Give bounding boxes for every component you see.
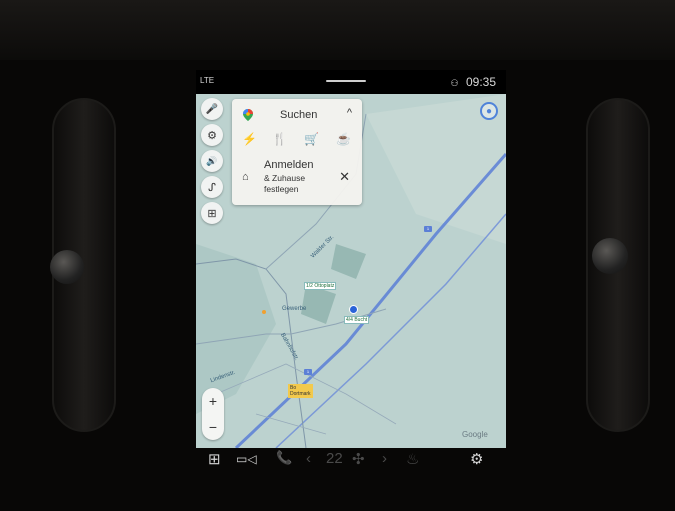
status-bar: LTE ⚇ 09:35 [196,70,506,94]
fan-icon[interactable]: ✣ [352,450,365,468]
user-icon: ⚇ [450,78,459,88]
shopping-icon[interactable]: 🛒 [304,132,319,146]
coffee-icon[interactable]: ☕ [336,132,351,146]
phone-icon[interactable]: 📞 [276,450,292,466]
highway-shield-north: 1 [424,226,432,232]
account-icon: ● [485,105,493,117]
apps-grid-icon[interactable]: ⊞ [208,450,221,468]
map-layers-button[interactable]: ⊞ [201,202,223,224]
google-watermark: Google [462,430,488,439]
map-view[interactable]: 1 1 Walder Str. Bahnhofstr. Gewerbe Lind… [196,94,506,448]
route-icon: ᔑ [208,181,216,194]
area-label-gewerbe: Gewerbe [282,306,307,312]
infotainment-screen: LTE ⚇ 09:35 1 1 Walder Str. Bahnhofstr. [196,70,506,448]
bottom-climate-bar: ⊞ ▭◁ 📞 ‹ 22 ✣ › ♨ ⚙ [196,448,506,478]
signin-subtitle-line1: & Zuhause [264,173,306,183]
temperature-icon[interactable]: 22 [326,450,343,467]
charging-station-badge-2[interactable]: 4/4 Bucht [344,316,370,324]
signin-title[interactable]: Anmelden [264,159,314,171]
charging-station-badge-1[interactable]: 1/2 Ottoplatz [304,282,337,290]
zoom-control: + − [202,388,224,440]
chevron-left-icon[interactable]: ‹ [306,450,311,467]
city-marker-line2: Dortmark [290,391,311,397]
signin-subtitle-line2: festlegen [264,184,299,194]
microphone-icon: 🎤 [205,103,219,115]
clock: 09:35 [465,75,496,89]
right-vent-knob [592,238,628,274]
signin-subtitle: & Zuhause festlegen [264,173,334,195]
network-status: LTE [200,76,215,85]
camera-icon[interactable]: ▭◁ [236,452,257,466]
home-icon: ⌂ [242,171,249,183]
volume-button[interactable]: 🔊 [201,150,223,172]
restaurant-icon[interactable]: 🍴 [272,132,287,146]
zoom-in-button[interactable]: + [202,388,224,414]
city-marker[interactable]: Bo Dortmark [288,384,313,398]
account-button[interactable]: ● [480,102,498,120]
settings-icon: ⚙ [207,129,217,142]
left-vent-knob [50,250,84,284]
settings-button[interactable]: ⚙ [201,124,223,146]
volume-icon: 🔊 [206,155,218,166]
route-button[interactable]: ᔑ [201,176,223,198]
highway-shield-south: 1 [304,369,312,375]
dashboard-bezel [0,0,675,60]
clock-area: ⚇ 09:35 [451,75,496,89]
current-location-dot [349,305,358,314]
pull-down-handle[interactable] [326,80,366,82]
search-panel: Suchen ^ ⚡ 🍴 🛒 ☕ ⌂ Anmelden & Zuhause fe… [232,99,362,205]
chevron-right-icon[interactable]: › [382,450,387,467]
google-maps-logo-icon [243,109,253,121]
map-layers-icon: ⊞ [207,207,217,220]
charging-icon[interactable]: ⚡ [242,132,257,146]
search-button[interactable]: Suchen [280,109,317,121]
microphone-button[interactable]: 🎤 [201,98,223,120]
close-icon[interactable]: ✕ [339,169,350,185]
settings-gear-icon[interactable]: ⚙ [470,450,483,468]
seat-icon[interactable]: ♨ [406,450,419,468]
zoom-out-button[interactable]: − [202,414,224,440]
collapse-icon[interactable]: ^ [347,107,352,119]
